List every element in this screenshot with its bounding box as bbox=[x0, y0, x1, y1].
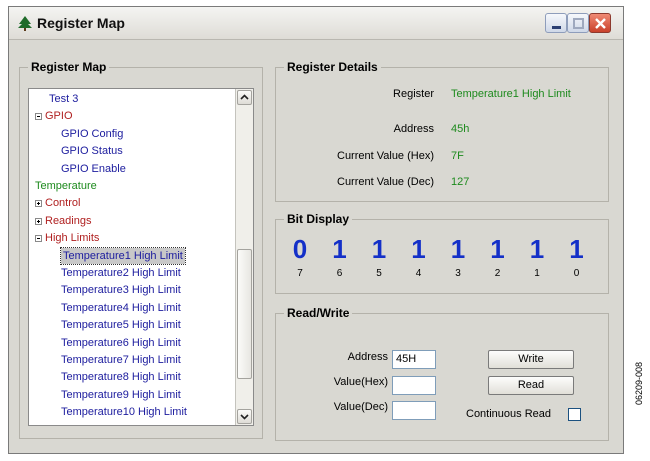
current-dec-value: 127 bbox=[451, 176, 470, 188]
bit-value: 1 bbox=[450, 234, 466, 264]
tree-item[interactable]: Temperature2 High Limit bbox=[61, 265, 181, 281]
minimize-icon bbox=[552, 26, 561, 29]
chevron-up-icon bbox=[240, 94, 249, 100]
bit-index: 2 bbox=[494, 268, 501, 279]
tree-item[interactable]: Test 3 bbox=[49, 91, 78, 107]
bit-value: 1 bbox=[490, 234, 505, 264]
bit-display-group-title: Bit Display bbox=[284, 212, 353, 226]
tree-item[interactable]: Temperature4 High Limit bbox=[61, 300, 181, 316]
expand-icon[interactable] bbox=[35, 200, 42, 208]
current-hex-value: 7F bbox=[451, 150, 464, 162]
address-label: Address bbox=[393, 123, 434, 135]
register-value: Temperature1 High Limit bbox=[451, 88, 571, 100]
bit-index: 4 bbox=[415, 268, 422, 279]
register-map-group-title: Register Map bbox=[28, 60, 110, 74]
tree-item[interactable]: Temperature6 High Limit bbox=[61, 335, 181, 351]
tree-item[interactable]: Temperature10 High Limit bbox=[61, 404, 187, 420]
scroll-down-button[interactable] bbox=[237, 409, 252, 424]
tree-item[interactable]: Temperature1 High Limit bbox=[60, 246, 186, 265]
value-dec-input[interactable] bbox=[392, 401, 436, 420]
window-title: Register Map bbox=[37, 15, 125, 31]
bit-value: 1 bbox=[332, 234, 347, 264]
bit-index: 1 bbox=[534, 268, 540, 279]
tree-icon bbox=[18, 16, 32, 31]
title-bar[interactable]: Register Map bbox=[9, 7, 623, 40]
tree-scrollbar[interactable] bbox=[235, 89, 253, 425]
read-write-group: Read/Write Address 45H Value(Hex) Value(… bbox=[275, 306, 609, 441]
continuous-read-checkbox[interactable] bbox=[568, 408, 581, 421]
bit-index: 3 bbox=[455, 268, 461, 279]
continuous-read-label: Continuous Read bbox=[466, 408, 552, 420]
tree-item[interactable]: Temperature9 High Limit bbox=[61, 387, 181, 403]
rw-address-label: Address bbox=[347, 351, 388, 363]
tree-item[interactable]: GPIO Enable bbox=[61, 161, 126, 177]
maximize-icon bbox=[573, 18, 584, 29]
register-tree[interactable]: Test 3 GPIO GPIO Config GPIO Status GPIO Ena… bbox=[28, 88, 254, 426]
minimize-button[interactable] bbox=[545, 13, 567, 33]
tree-item[interactable]: Control bbox=[45, 195, 80, 211]
current-hex-label: Current Value (Hex) bbox=[337, 150, 434, 162]
tree-item[interactable]: Readings bbox=[45, 213, 91, 229]
value-hex-input[interactable] bbox=[392, 376, 436, 395]
register-details-group-title: Register Details bbox=[284, 60, 381, 74]
tree-item[interactable]: GPIO Config bbox=[61, 126, 123, 142]
register-map-group: Register Map Test 3 GPIO GPIO Config GPIO S… bbox=[19, 60, 263, 439]
tree-item[interactable]: Temperature bbox=[35, 178, 97, 194]
bit-display-group: Bit Display 0716151413121110 bbox=[275, 212, 609, 294]
tree-item[interactable]: GPIO bbox=[45, 108, 73, 124]
tree-item[interactable]: High Limits bbox=[45, 230, 99, 246]
bit-value: 0 bbox=[292, 234, 308, 264]
close-button[interactable] bbox=[589, 13, 611, 33]
read-button[interactable]: Read bbox=[488, 376, 574, 395]
bit-value: 1 bbox=[569, 234, 584, 264]
register-map-window: Register Map Register Map Test 3 GPIO GPIO… bbox=[8, 6, 624, 454]
chevron-down-icon bbox=[240, 414, 249, 420]
bit-index: 6 bbox=[336, 268, 343, 279]
maximize-button[interactable] bbox=[567, 13, 589, 33]
bit-index: 5 bbox=[376, 268, 382, 279]
figure-code: 06209-008 bbox=[634, 361, 644, 405]
tree-item[interactable]: Temperature5 High Limit bbox=[61, 317, 181, 333]
address-input[interactable]: 45H bbox=[392, 350, 436, 369]
value-dec-label: Value(Dec) bbox=[333, 401, 388, 413]
scroll-up-button[interactable] bbox=[237, 90, 252, 105]
collapse-icon[interactable] bbox=[35, 113, 42, 121]
address-value: 45h bbox=[451, 123, 470, 135]
value-hex-label: Value(Hex) bbox=[333, 376, 388, 388]
tree-item[interactable]: Temperature3 High Limit bbox=[61, 282, 181, 298]
collapse-icon[interactable] bbox=[35, 235, 42, 243]
register-label: Register bbox=[393, 88, 434, 100]
bit-index: 0 bbox=[573, 268, 580, 279]
tree-item[interactable]: GPIO Status bbox=[61, 143, 123, 159]
register-details-group: Register Details Register Temperature1 H… bbox=[275, 60, 609, 202]
write-button[interactable]: Write bbox=[488, 350, 574, 369]
read-write-group-title: Read/Write bbox=[284, 306, 353, 320]
tree-item[interactable]: Temperature8 High Limit bbox=[61, 369, 181, 385]
expand-icon[interactable] bbox=[35, 217, 42, 225]
bit-value: 1 bbox=[529, 234, 545, 264]
current-dec-label: Current Value (Dec) bbox=[337, 176, 434, 188]
tree-item[interactable]: Temperature7 High Limit bbox=[61, 352, 181, 368]
bit-index: 7 bbox=[297, 268, 303, 279]
bit-value: 1 bbox=[411, 234, 426, 264]
close-icon bbox=[595, 18, 606, 29]
scroll-thumb[interactable] bbox=[237, 249, 252, 379]
bit-value: 1 bbox=[371, 234, 387, 264]
